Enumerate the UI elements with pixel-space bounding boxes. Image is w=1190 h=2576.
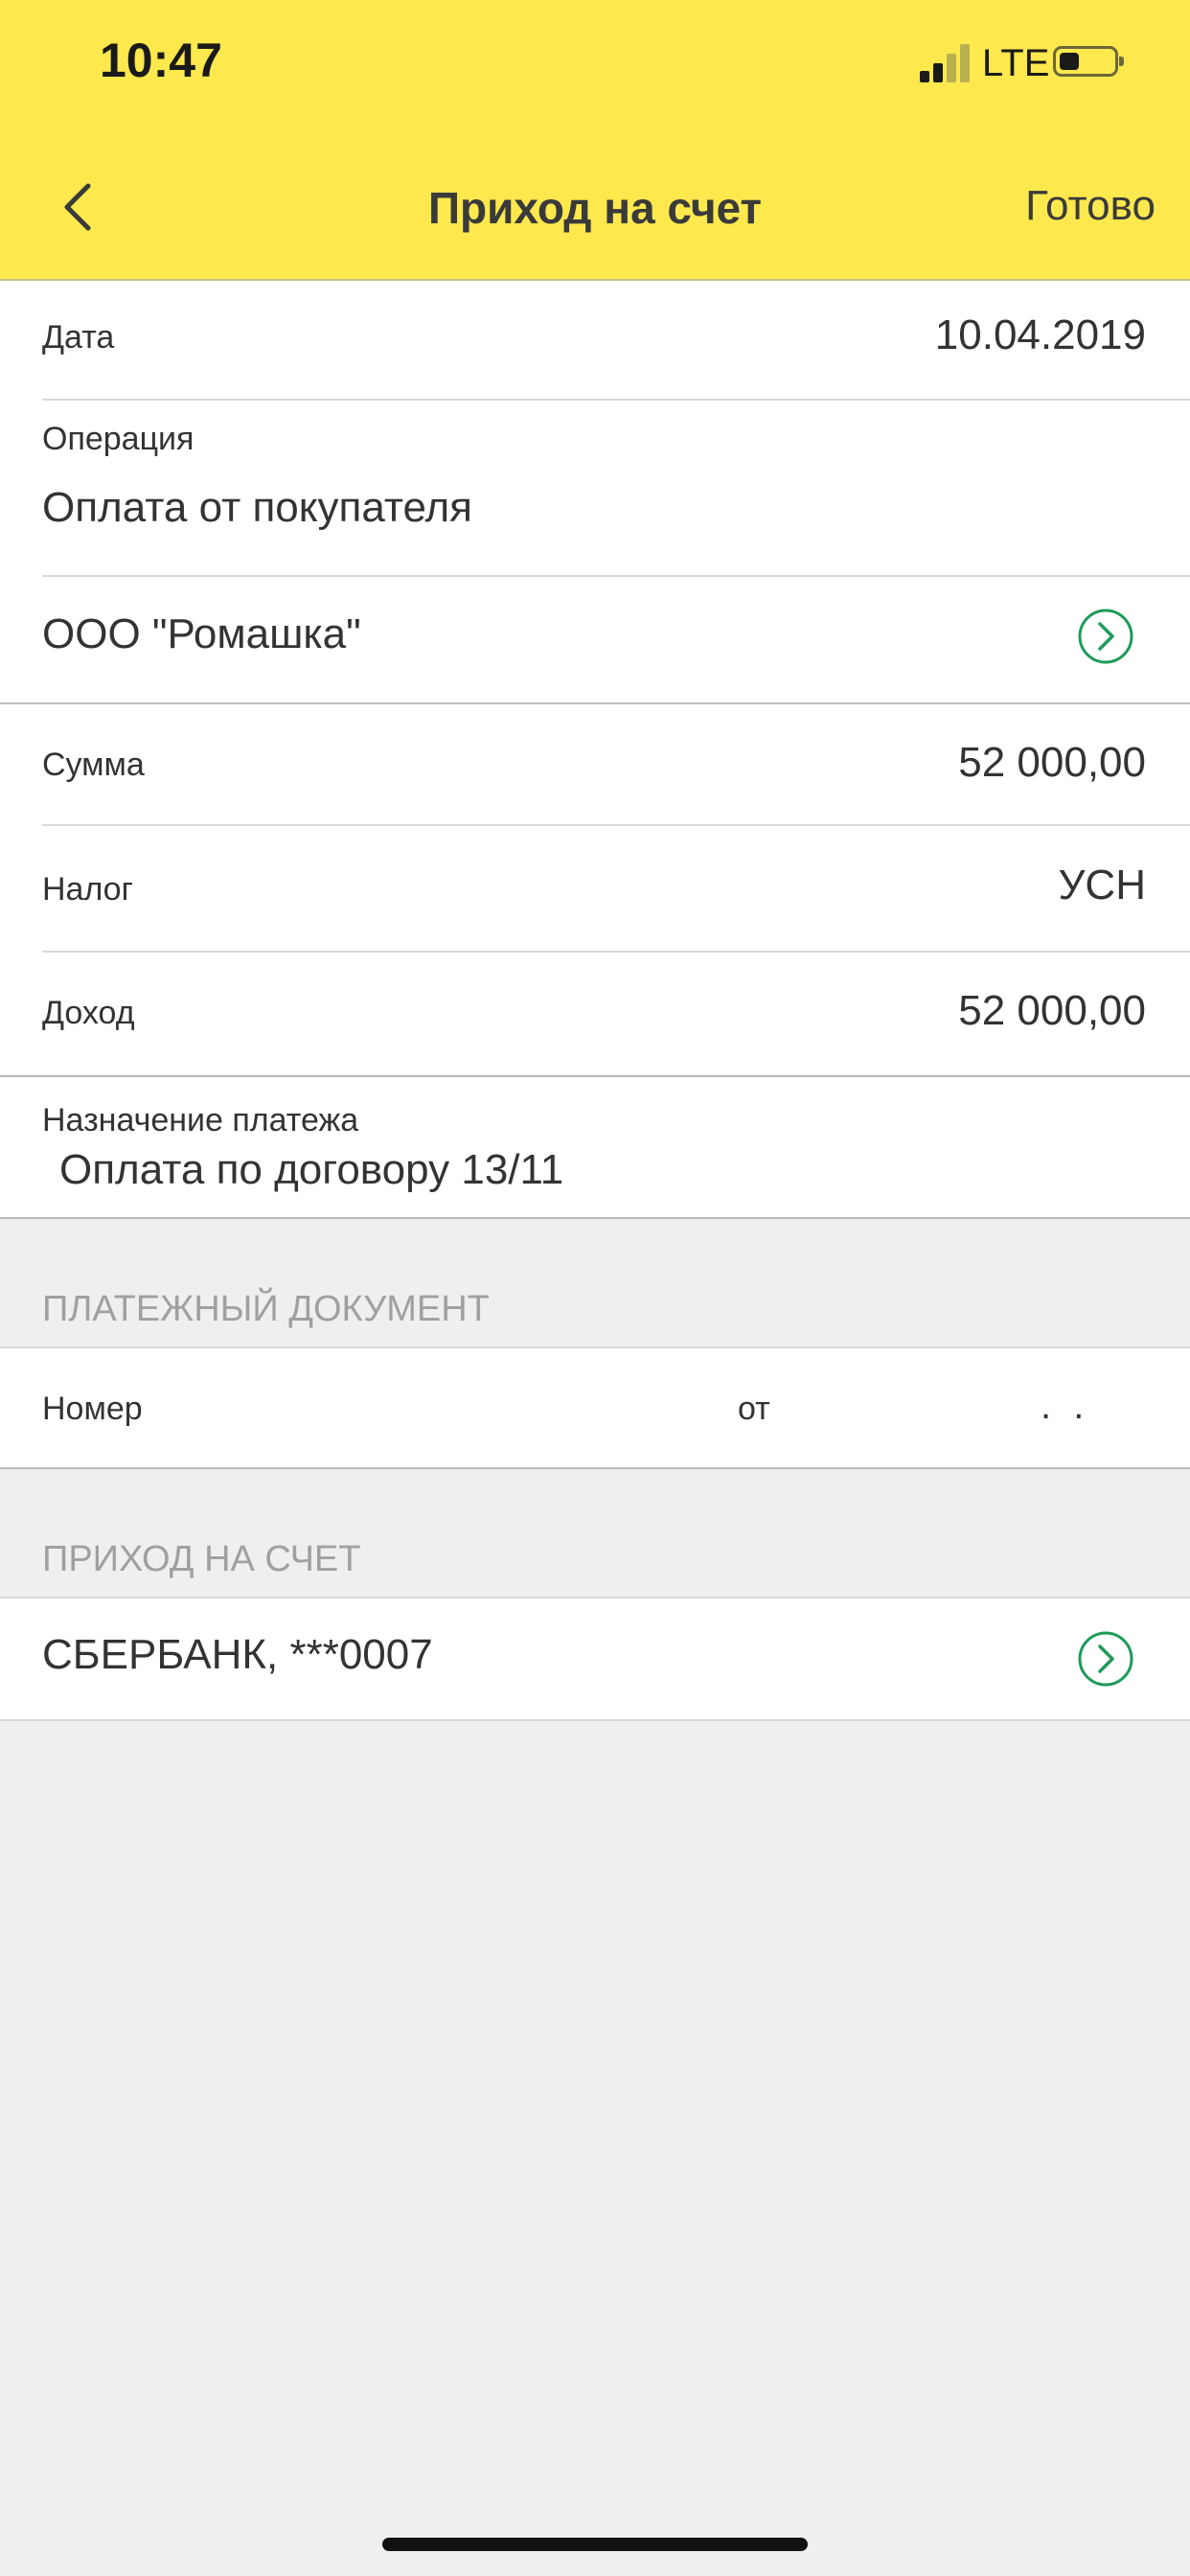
divider (42, 951, 1190, 953)
divider (42, 399, 1190, 401)
chevron-right-circle-icon[interactable] (1077, 1630, 1134, 1688)
income-value[interactable]: 52 000,00 (958, 987, 1146, 1035)
battery-icon (1053, 46, 1124, 77)
divider (42, 575, 1190, 577)
date-value[interactable]: 10.04.2019 (935, 311, 1146, 359)
purpose-section[interactable]: Назначение платежа Оплата по договору 13… (0, 1077, 1190, 1217)
date-label: Дата (42, 319, 115, 356)
network-type: LTE (982, 42, 1050, 84)
account-value[interactable]: СБЕРБАНК, ***0007 (42, 1631, 433, 1679)
page-title: Приход на счет (427, 183, 763, 233)
account-row[interactable]: СБЕРБАНК, ***0007 (0, 1598, 1190, 1719)
counterparty-value[interactable]: ООО "Ромашка" (42, 610, 361, 658)
signal-icon (920, 44, 973, 82)
navigation-bar: 10:47 LTE Приход на счет Готово (0, 0, 1190, 281)
payment-document-section: Номер от . . (0, 1348, 1190, 1467)
divider (0, 702, 1190, 704)
divider (42, 824, 1190, 826)
divider (0, 1467, 1190, 1469)
purpose-value[interactable]: Оплата по договору 13/11 (59, 1146, 563, 1194)
chevron-right-circle-icon[interactable] (1077, 608, 1134, 665)
from-label: от (738, 1391, 770, 1427)
sum-label: Сумма (42, 747, 145, 783)
operation-value[interactable]: Оплата от покупателя (42, 484, 472, 532)
divider (0, 1217, 1190, 1219)
tax-value[interactable]: УСН (1058, 862, 1146, 909)
form-section: Дата 10.04.2019 Операция Оплата от покуп… (0, 281, 1190, 1074)
divider (0, 1719, 1190, 1721)
status-time: 10:47 (100, 34, 222, 87)
account-header: ПРИХОД НА СЧЕТ (42, 1539, 361, 1579)
payment-document-header: ПЛАТЕЖНЫЙ ДОКУМЕНТ (42, 1289, 490, 1329)
income-label: Доход (42, 995, 135, 1031)
sum-value[interactable]: 52 000,00 (958, 739, 1146, 787)
purpose-label: Назначение платежа (42, 1102, 359, 1138)
document-date-field[interactable]: . . (1041, 1385, 1089, 1428)
tax-label: Налог (42, 871, 133, 908)
operation-label: Операция (42, 421, 195, 457)
number-label[interactable]: Номер (42, 1391, 143, 1428)
done-button[interactable]: Готово (1025, 182, 1156, 230)
home-indicator[interactable] (382, 2538, 808, 2551)
